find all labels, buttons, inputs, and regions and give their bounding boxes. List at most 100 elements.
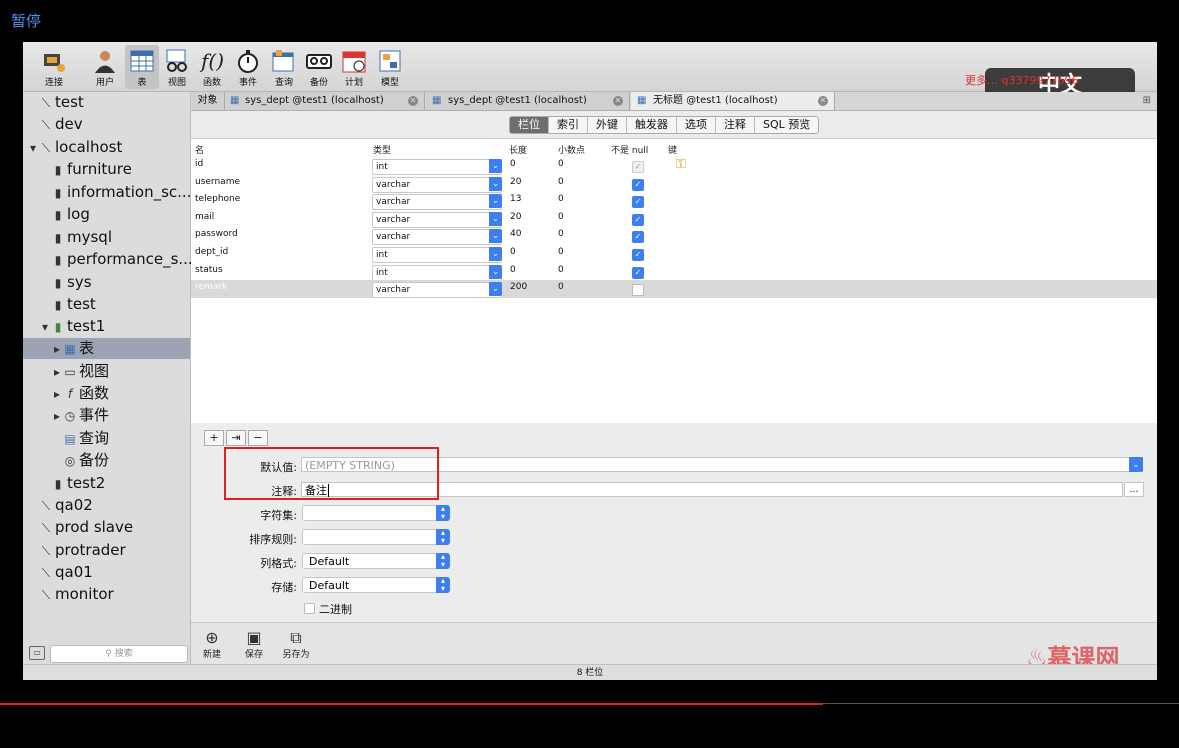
sidebar-item-test1[interactable]: ▾ ▮ test1 <box>41 316 105 337</box>
sidebar-item-queries[interactable]: ▤ 查询 <box>63 428 109 449</box>
backup-button[interactable]: 备份 <box>302 45 336 89</box>
sidebar-item-qa02[interactable]: ⟍ qa02 <box>39 495 93 516</box>
sidebar-item-functions[interactable]: ▸ f 函数 <box>53 383 109 404</box>
field-decimals-cell[interactable]: 0 <box>558 229 564 239</box>
new-tab-icon[interactable]: ⊞ <box>1143 95 1151 106</box>
view-button[interactable]: 视图 <box>160 45 194 89</box>
tab-sys-dept-1[interactable]: ▦ sys_dept @test1 (localhost) ✕ <box>225 92 425 110</box>
sidebar-item-mysql[interactable]: ▮ mysql <box>51 227 112 248</box>
new-button[interactable]: ⊕ 新建 <box>195 629 229 661</box>
not-null-checkbox[interactable]: ✓ <box>632 213 644 226</box>
query-button[interactable]: 查询 <box>267 45 301 89</box>
tab-untitled[interactable]: ▦ 无标题 @test1 (localhost) ✕ <box>631 92 835 110</box>
table-row[interactable]: status int ⌄ 0 0 ✓ <box>191 263 1157 281</box>
field-name-cell[interactable]: dept_id <box>195 247 228 257</box>
sidebar-item-performance-schema[interactable]: ▮ performance_s... <box>51 249 193 270</box>
sidebar-item-test[interactable]: ⟍ test <box>39 92 84 113</box>
close-icon[interactable]: ✕ <box>613 96 623 106</box>
sidebar-item-monitor[interactable]: ⟍ monitor <box>39 584 114 605</box>
segment-comment[interactable]: 注释 <box>716 117 755 133</box>
sidebar-item-sys[interactable]: ▮ sys <box>51 272 92 293</box>
sidebar-toggle-button[interactable]: ▭ <box>29 646 45 660</box>
field-name-cell[interactable]: status <box>195 265 223 275</box>
not-null-checkbox[interactable]: ✓ <box>632 231 644 244</box>
user-button[interactable]: 用户 <box>88 45 122 89</box>
expand-triangle-icon[interactable]: ▸ <box>53 362 61 383</box>
field-length-cell[interactable]: 13 <box>510 194 521 204</box>
chevron-down-icon[interactable]: ⌄ <box>489 282 502 297</box>
charset-select[interactable]: ▴ ▾ <box>302 505 450 521</box>
chevron-down-icon[interactable]: ⌄ <box>489 211 502 226</box>
expand-triangle-icon[interactable]: ▸ <box>53 406 61 427</box>
sidebar-item-information-schema[interactable]: ▮ information_sc... <box>51 182 192 203</box>
table-row[interactable]: username varchar ⌄ 20 0 ✓ <box>191 175 1157 193</box>
pause-label[interactable]: 暂停 <box>11 10 41 31</box>
chevron-down-icon[interactable]: ⌄ <box>489 229 502 244</box>
not-null-checkbox[interactable]: ✓ <box>632 178 644 191</box>
function-button[interactable]: f() 函数 <box>195 45 229 89</box>
sidebar-search-input[interactable]: ⚲ 搜索 <box>50 645 188 663</box>
field-type-select[interactable]: varchar ⌄ <box>372 229 502 246</box>
field-decimals-cell[interactable]: 0 <box>558 247 564 257</box>
chevron-down-icon[interactable]: ⌄ <box>489 159 502 173</box>
field-length-cell[interactable]: 20 <box>510 177 521 187</box>
field-name-cell[interactable]: id <box>195 159 203 169</box>
sidebar-item-prod-slave[interactable]: ⟍ prod slave <box>39 517 133 538</box>
field-length-cell[interactable]: 0 <box>510 265 516 275</box>
not-null-checkbox[interactable] <box>632 284 644 297</box>
field-name-cell[interactable]: password <box>195 229 238 239</box>
segment-foreign-keys[interactable]: 外键 <box>588 117 627 133</box>
primary-key-icon[interactable]: ⚿ <box>676 157 686 172</box>
insert-field-button[interactable]: ⇥ <box>226 430 246 446</box>
sidebar-item-log[interactable]: ▮ log <box>51 204 90 225</box>
sidebar-item-test2[interactable]: ▮ test2 <box>51 473 106 494</box>
segment-fields[interactable]: 栏位 <box>510 117 549 133</box>
field-name-cell[interactable]: remark <box>195 282 227 292</box>
connection-button[interactable]: 连接 <box>37 45 71 89</box>
expand-triangle-icon[interactable]: ▾ <box>41 317 49 338</box>
table-row[interactable]: password varchar ⌄ 40 0 ✓ <box>191 227 1157 246</box>
table-row[interactable]: dept_id int ⌄ 0 0 ✓ <box>191 245 1157 263</box>
table-row[interactable]: id int ⌄ 0 0 ✓ ⚿ <box>191 157 1157 175</box>
not-null-checkbox[interactable]: ✓ <box>632 266 644 279</box>
sidebar-item-qa01[interactable]: ⟍ qa01 <box>39 562 93 583</box>
collation-select[interactable]: ▴ ▾ <box>302 529 450 545</box>
sidebar-item-tables[interactable]: ▸ ▦ 表 <box>23 338 190 359</box>
field-name-cell[interactable]: username <box>195 177 240 187</box>
table-row[interactable]: telephone varchar ⌄ 13 0 ✓ <box>191 192 1157 211</box>
field-decimals-cell[interactable]: 0 <box>558 177 564 187</box>
binary-checkbox[interactable] <box>304 603 315 614</box>
field-name-cell[interactable]: telephone <box>195 194 240 204</box>
field-decimals-cell[interactable]: 0 <box>558 282 564 292</box>
field-type-select[interactable]: int ⌄ <box>372 264 502 281</box>
sidebar-item-events[interactable]: ▸ ◷ 事件 <box>53 405 109 426</box>
table-button[interactable]: 表 <box>125 45 159 89</box>
segment-options[interactable]: 选项 <box>677 117 716 133</box>
segment-triggers[interactable]: 触发器 <box>627 117 677 133</box>
sidebar-item-views[interactable]: ▸ ▭ 视图 <box>53 361 109 382</box>
tab-sys-dept-2[interactable]: ▦ sys_dept @test1 (localhost) ✕ <box>426 92 630 110</box>
tab-objects[interactable]: 对象 <box>191 92 225 110</box>
sidebar-item-furniture[interactable]: ▮ furniture <box>51 159 132 180</box>
expand-triangle-icon[interactable]: ▸ <box>53 384 61 405</box>
field-type-select[interactable]: int ⌄ <box>372 247 502 263</box>
model-button[interactable]: 模型 <box>373 45 407 89</box>
segment-sql-preview[interactable]: SQL 预览 <box>755 117 819 133</box>
sidebar-item-dev[interactable]: ⟍ dev <box>39 114 83 135</box>
close-icon[interactable]: ✕ <box>408 96 418 106</box>
sidebar-item-backups[interactable]: ◎ 备份 <box>63 450 109 471</box>
field-type-select[interactable]: varchar ⌄ <box>372 211 502 228</box>
chevron-down-icon[interactable]: ⌄ <box>1129 457 1143 472</box>
not-null-checkbox[interactable]: ✓ <box>632 249 644 261</box>
event-button[interactable]: 事件 <box>231 45 265 89</box>
storage-select[interactable]: Default ▴ ▾ <box>302 577 450 593</box>
field-length-cell[interactable]: 0 <box>510 247 516 257</box>
expand-triangle-icon[interactable]: ▾ <box>29 138 37 159</box>
expand-triangle-icon[interactable]: ▸ <box>53 339 61 360</box>
table-row[interactable]: mail varchar ⌄ 20 0 ✓ <box>191 210 1157 228</box>
sidebar-item-test-db[interactable]: ▮ test <box>51 294 96 315</box>
field-length-cell[interactable]: 0 <box>510 159 516 169</box>
field-length-cell[interactable]: 200 <box>510 282 527 292</box>
field-type-select[interactable]: int ⌄ <box>372 159 502 175</box>
not-null-checkbox[interactable]: ✓ <box>632 196 644 209</box>
